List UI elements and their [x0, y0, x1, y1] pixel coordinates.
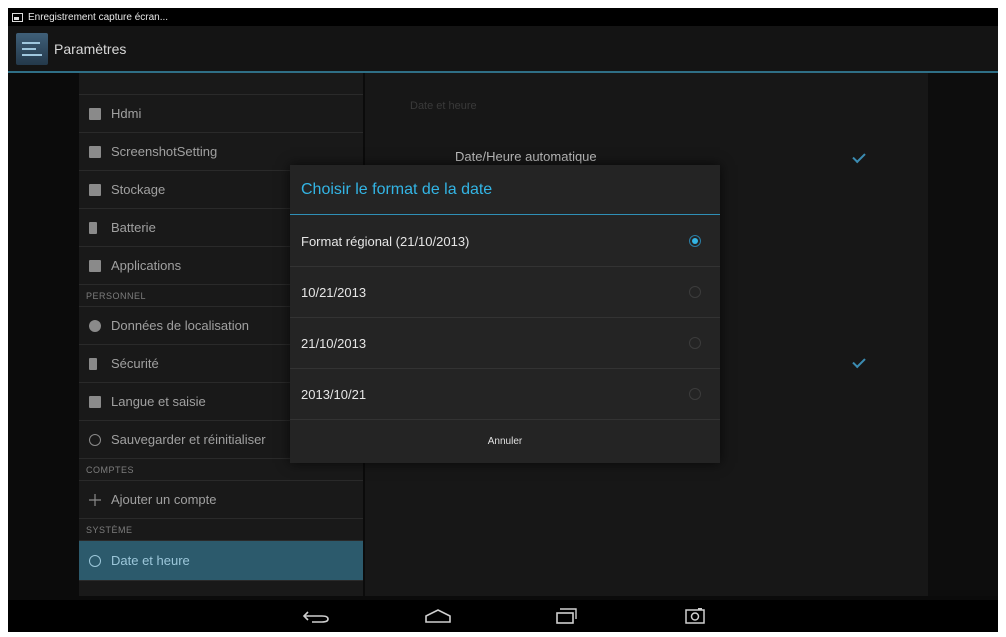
radio-icon[interactable] — [689, 286, 701, 298]
sidebar-item-hdmi[interactable]: Hdmi — [79, 95, 363, 133]
screenshot-notification-icon — [12, 12, 23, 22]
radio-selected-icon[interactable] — [689, 235, 701, 247]
sidebar-item-label: Hdmi — [111, 106, 142, 121]
sidebar-item-date-time[interactable]: Date et heure — [79, 541, 363, 581]
plus-icon — [89, 493, 101, 506]
apps-icon — [89, 259, 101, 272]
notification-text: Enregistrement capture écran... — [28, 11, 169, 23]
device-screen: Enregistrement capture écran... Paramètr… — [8, 8, 998, 632]
sidebar-item-label: Stockage — [111, 182, 166, 197]
sidebar-item-label: Applications — [111, 258, 182, 273]
recent-apps-button[interactable] — [542, 600, 592, 632]
back-icon — [302, 611, 329, 623]
option-label: Format régional (21/10/2013) — [301, 233, 470, 249]
home-icon — [425, 609, 451, 623]
date-format-option[interactable]: 2013/10/21 — [290, 369, 720, 420]
battery-icon — [89, 221, 97, 234]
radio-icon[interactable] — [689, 388, 701, 400]
sidebar-item-label: Sauvegarder et réinitialiser — [111, 432, 266, 447]
auto-date-time-label[interactable]: Date/Heure automatique — [455, 149, 597, 164]
option-label: 2013/10/21 — [301, 386, 367, 402]
storage-icon — [89, 183, 101, 196]
date-format-option[interactable]: 21/10/2013 — [290, 318, 720, 369]
screenshot-button[interactable] — [670, 600, 720, 632]
action-bar: Paramètres — [8, 26, 998, 73]
home-button[interactable] — [413, 600, 463, 632]
sidebar-item-label: Langue et saisie — [111, 394, 206, 409]
sidebar-item-label: Date et heure — [111, 553, 190, 568]
lock-icon — [89, 357, 97, 370]
sidebar-item-label: Sécurité — [111, 356, 159, 371]
recent-apps-icon — [556, 608, 577, 624]
camera-icon — [89, 145, 101, 158]
section-header-system: SYSTÈME — [79, 519, 363, 541]
dialog-title: Choisir le format de la date — [290, 165, 720, 215]
status-bar: Enregistrement capture écran... — [8, 8, 998, 26]
date-format-option[interactable]: Format régional (21/10/2013) — [290, 216, 720, 267]
location-icon — [89, 319, 101, 332]
keyboard-icon — [89, 395, 101, 408]
auto-date-check-icon[interactable] — [852, 149, 866, 164]
option-label: 10/21/2013 — [301, 284, 367, 300]
sidebar-item-label: Données de localisation — [111, 318, 250, 333]
back-button[interactable] — [291, 600, 341, 632]
sidebar-item-label: ScreenshotSetting — [111, 144, 218, 159]
sidebar-item-partial[interactable] — [79, 73, 363, 95]
sidebar-item-label: Batterie — [111, 220, 156, 235]
option-label: 21/10/2013 — [301, 335, 367, 351]
sidebar-item-add-account[interactable]: Ajouter un compte — [79, 481, 363, 519]
navigation-bar — [8, 600, 998, 632]
backup-icon — [89, 433, 101, 446]
screenshot-icon — [685, 608, 705, 624]
auto-timezone-check-icon[interactable] — [852, 354, 866, 369]
cancel-button[interactable]: Annuler — [290, 420, 720, 463]
right-margin — [928, 73, 998, 596]
clock-icon — [89, 554, 101, 567]
detail-category: Date et heure — [410, 100, 477, 112]
settings-app-icon[interactable] — [16, 32, 48, 65]
date-format-dialog: Choisir le format de la date Format régi… — [290, 165, 720, 463]
sidebar-item-label: Ajouter un compte — [111, 492, 217, 507]
date-format-option[interactable]: 10/21/2013 — [290, 267, 720, 318]
page-title: Paramètres — [54, 40, 127, 57]
radio-icon[interactable] — [689, 337, 701, 349]
display-icon — [89, 107, 101, 120]
